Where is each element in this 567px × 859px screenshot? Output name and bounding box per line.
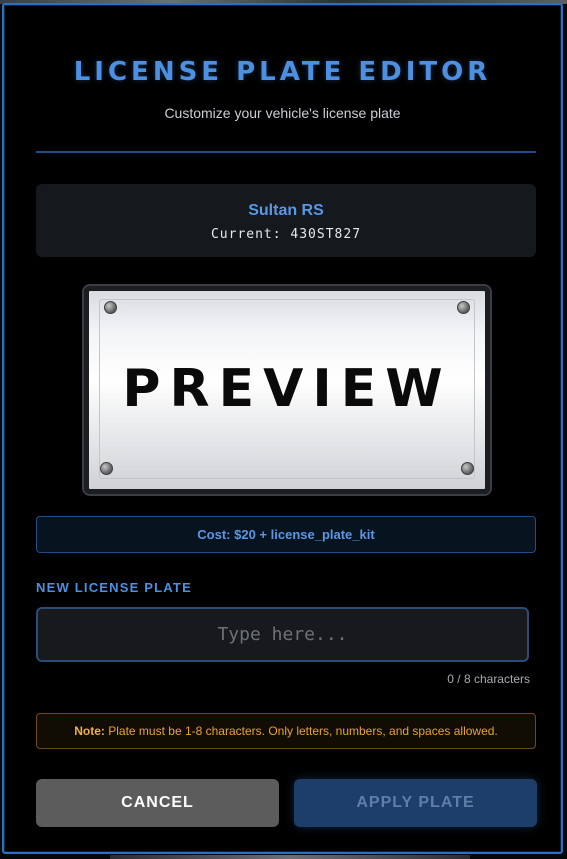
new-plate-label: NEW LICENSE PLATE — [36, 580, 192, 595]
vehicle-name: Sultan RS — [248, 202, 324, 219]
background-strip-bottom — [110, 855, 470, 859]
character-counter: 0 / 8 characters — [447, 672, 530, 686]
header-divider — [36, 151, 536, 153]
cost-info: Cost: $20 + license_plate_kit — [36, 516, 536, 553]
bolt-icon — [457, 301, 470, 314]
apply-plate-button[interactable]: APPLY PLATE — [294, 779, 537, 827]
new-plate-input[interactable] — [36, 607, 529, 662]
current-plate-text: Current: 430ST827 — [210, 227, 362, 242]
note-prefix: Note: — [74, 724, 105, 738]
license-plate-editor-dialog: LICENSE PLATE EDITOR Customize your vehi… — [2, 3, 563, 854]
vehicle-info-card: Sultan RS Current: 430ST827 — [36, 184, 536, 257]
plate-preview: PREVIEW — [84, 286, 490, 494]
page-title: LICENSE PLATE EDITOR — [73, 57, 492, 87]
cancel-button[interactable]: CANCEL — [36, 779, 279, 827]
bolt-icon — [100, 462, 113, 475]
note-text: Plate must be 1-8 characters. Only lette… — [104, 724, 498, 738]
bolt-icon — [461, 462, 474, 475]
plate-preview-text: PREVIEW — [122, 359, 452, 419]
note-box: Note: Plate must be 1-8 characters. Only… — [36, 713, 536, 749]
bolt-icon — [104, 301, 117, 314]
page-subtitle: Customize your vehicle's license plate — [164, 105, 401, 121]
